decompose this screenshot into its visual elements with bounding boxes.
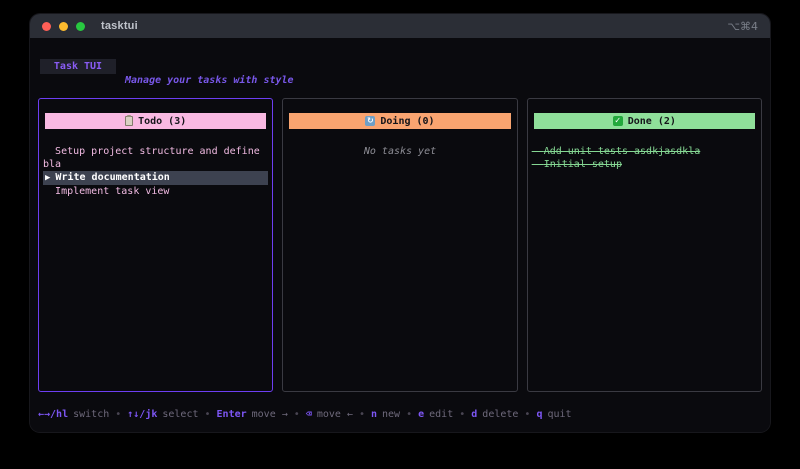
desktop-background: tasktui ⌥⌘4 Task TUI Manage your tasks w…	[0, 0, 800, 469]
doing-task-list: No tasks yet	[287, 145, 512, 158]
selection-arrow-icon: ▶	[45, 173, 50, 183]
task-item[interactable]: Setup project structure and define bla	[43, 145, 268, 171]
help-bar: ←→/hl switch • ↑↓/jk select • Enter move → • ⌫ mov…	[38, 408, 762, 421]
help-separator: •	[205, 409, 211, 420]
task-item-label: Write documentation	[55, 172, 169, 183]
help-key-delete: d	[471, 409, 477, 420]
help-desc-new: new	[382, 409, 400, 420]
help-separator: •	[459, 409, 465, 420]
window-titlebar[interactable]: tasktui ⌥⌘4	[30, 14, 770, 38]
column-todo-header: Todo (3)	[45, 113, 266, 129]
help-key-move-left: ⌫	[306, 409, 312, 420]
help-key-new: n	[371, 409, 377, 420]
column-doing-title: Doing (0)	[380, 116, 434, 127]
help-key-quit: q	[536, 409, 542, 420]
check-icon	[613, 116, 623, 126]
task-item-done[interactable]: Initial setup	[532, 158, 757, 171]
column-done-header: Done (2)	[534, 113, 755, 129]
task-item-done[interactable]: Add unit tests asdkjasdkla	[532, 145, 757, 158]
terminal-content: Task TUI Manage your tasks with style To…	[30, 38, 770, 432]
refresh-icon	[365, 116, 375, 126]
help-desc-move-left: move ←	[317, 409, 353, 420]
zoom-button[interactable]	[76, 22, 85, 31]
help-desc-switch: switch	[73, 409, 109, 420]
column-doing[interactable]: Doing (0) No tasks yet	[282, 98, 517, 392]
help-desc-quit: quit	[547, 409, 571, 420]
minimize-button[interactable]	[59, 22, 68, 31]
column-done-title: Done (2)	[628, 116, 676, 127]
help-separator: •	[115, 409, 121, 420]
column-doing-header: Doing (0)	[289, 113, 510, 129]
window-shortcut-hint: ⌥⌘4	[727, 20, 758, 33]
help-key-select: ↑↓/jk	[127, 409, 157, 420]
column-todo[interactable]: Todo (3) Setup project structure and def…	[38, 98, 273, 392]
task-item[interactable]: Implement task view	[43, 185, 268, 198]
todo-task-list: Setup project structure and define bla ▶…	[43, 145, 268, 198]
close-button[interactable]	[42, 22, 51, 31]
help-key-move-right: Enter	[217, 409, 247, 420]
traffic-lights	[42, 22, 85, 31]
terminal-window: tasktui ⌥⌘4 Task TUI Manage your tasks w…	[30, 14, 770, 432]
help-separator: •	[406, 409, 412, 420]
done-task-list: Add unit tests asdkjasdkla Initial setup	[532, 145, 757, 171]
column-done[interactable]: Done (2) Add unit tests asdkjasdkla Init…	[527, 98, 762, 392]
help-key-edit: e	[418, 409, 424, 420]
help-desc-move-right: move →	[252, 409, 288, 420]
help-desc-delete: delete	[482, 409, 518, 420]
help-desc-edit: edit	[429, 409, 453, 420]
clipboard-icon	[125, 116, 133, 126]
column-todo-title: Todo (3)	[138, 116, 186, 127]
help-key-switch: ←→/hl	[38, 409, 68, 420]
empty-state-text: No tasks yet	[287, 145, 512, 158]
app-title-badge: Task TUI	[40, 59, 116, 74]
help-separator: •	[294, 409, 300, 420]
help-desc-select: select	[162, 409, 198, 420]
task-item-selected[interactable]: ▶ Write documentation	[43, 171, 268, 185]
kanban-board: Todo (3) Setup project structure and def…	[38, 98, 762, 392]
help-separator: •	[524, 409, 530, 420]
window-title: tasktui	[101, 20, 138, 32]
help-separator: •	[359, 409, 365, 420]
app-subtitle: Manage your tasks with style	[125, 75, 762, 86]
